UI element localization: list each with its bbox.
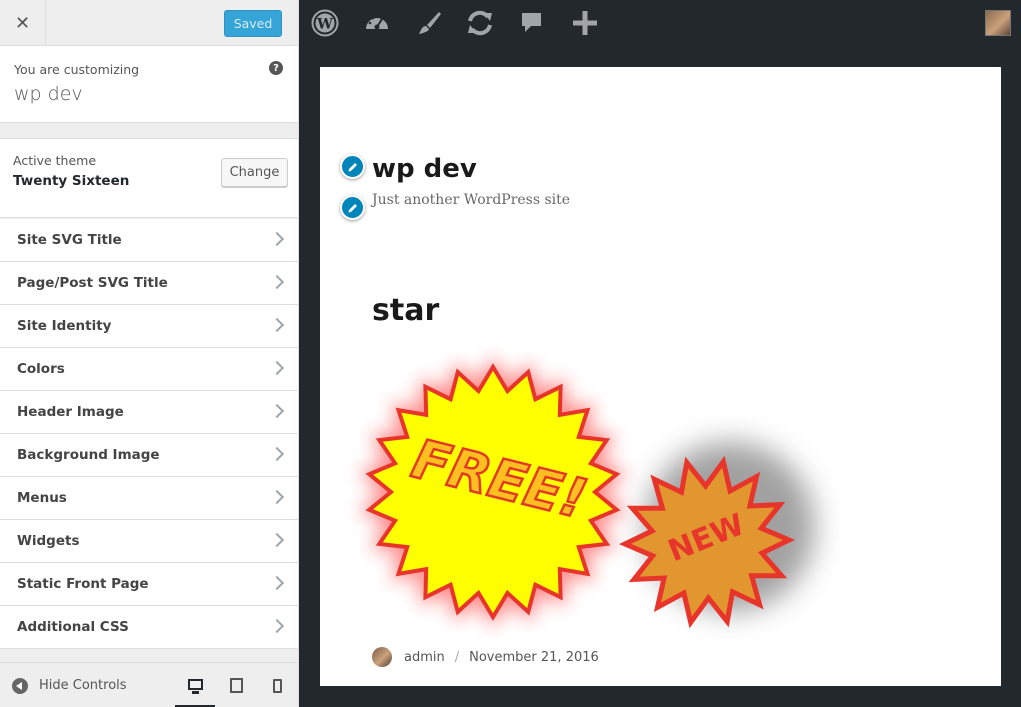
section-additional-css[interactable]: Additional CSS	[0, 606, 298, 649]
chevron-right-icon	[269, 575, 285, 591]
site-title[interactable]: wp dev	[372, 154, 477, 184]
comments-icon[interactable]	[517, 8, 547, 38]
mobile-icon	[272, 678, 282, 693]
admin-bar: W	[299, 0, 1021, 46]
section-label: Page/Post SVG Title	[17, 275, 168, 291]
tablet-icon	[229, 678, 243, 693]
author-avatar	[372, 647, 392, 667]
edit-tagline-pencil-icon[interactable]	[340, 195, 365, 220]
site-tagline: Just another WordPress site	[372, 192, 571, 208]
section-label: Static Front Page	[17, 576, 149, 592]
hide-controls-label: Hide Controls	[39, 678, 127, 693]
section-label: Menus	[17, 490, 67, 506]
section-page-post-svg-title[interactable]: Page/Post SVG Title	[0, 262, 298, 305]
section-header-image[interactable]: Header Image	[0, 391, 298, 434]
meta-separator: /	[454, 649, 460, 665]
section-menus[interactable]: Menus	[0, 477, 298, 520]
chevron-right-icon	[269, 317, 285, 333]
star-badges-image: FREE! NEW	[359, 357, 815, 629]
section-site-identity[interactable]: Site Identity	[0, 305, 298, 348]
section-label: Colors	[17, 361, 65, 377]
close-icon[interactable]: ✕	[0, 0, 46, 46]
hide-controls-button[interactable]: Hide Controls	[12, 663, 127, 707]
customizer-header: ✕ Saved	[0, 0, 298, 46]
user-avatar[interactable]	[985, 10, 1011, 36]
section-label: Background Image	[17, 447, 160, 463]
preview-desktop-button[interactable]	[175, 663, 215, 707]
section-label: Widgets	[17, 533, 80, 549]
desktop-icon	[187, 678, 203, 694]
chevron-right-icon	[269, 489, 285, 505]
wordpress-logo-icon[interactable]: W	[310, 8, 340, 38]
preview-tablet-button[interactable]	[216, 663, 256, 707]
chevron-right-icon	[269, 403, 285, 419]
site-preview: wp dev Just another WordPress site star …	[320, 67, 1001, 686]
section-label: Additional CSS	[17, 619, 129, 635]
chevron-right-icon	[269, 274, 285, 290]
chevron-right-icon	[269, 532, 285, 548]
section-widgets[interactable]: Widgets	[0, 520, 298, 563]
chevron-right-icon	[269, 446, 285, 462]
customizer-footer: Hide Controls	[0, 662, 298, 707]
customizing-site-name: wp dev	[14, 83, 83, 105]
dashboard-icon[interactable]	[362, 8, 392, 38]
post-title[interactable]: star	[372, 293, 439, 328]
preview-mobile-button[interactable]	[257, 663, 297, 707]
chevron-right-icon	[269, 360, 285, 376]
customizer-info: You are customizing wp dev ?	[0, 46, 298, 123]
post-date[interactable]: November 21, 2016	[469, 650, 599, 665]
change-theme-button[interactable]: Change	[221, 158, 288, 187]
customize-brush-icon[interactable]	[414, 8, 444, 38]
collapse-arrow-icon	[12, 677, 28, 694]
help-icon[interactable]: ?	[269, 61, 283, 75]
section-static-front-page[interactable]: Static Front Page	[0, 563, 298, 606]
saved-button[interactable]: Saved	[224, 10, 282, 37]
section-colors[interactable]: Colors	[0, 348, 298, 391]
svg-text:W: W	[316, 17, 333, 33]
edit-title-pencil-icon[interactable]	[340, 154, 365, 179]
post-meta: admin / November 21, 2016	[372, 647, 599, 667]
customizing-caption: You are customizing	[14, 62, 140, 77]
section-background-image[interactable]: Background Image	[0, 434, 298, 477]
chevron-right-icon	[269, 618, 285, 634]
customizer-sidebar: ✕ Saved You are customizing wp dev ? Act…	[0, 0, 299, 707]
post-author[interactable]: admin	[404, 650, 445, 665]
section-label: Header Image	[17, 404, 124, 420]
active-theme-panel: Active theme Twenty Sixteen Change	[0, 138, 298, 218]
customizer-sections: Site SVG Title Page/Post SVG Title Site …	[0, 219, 298, 649]
updates-icon[interactable]	[465, 8, 495, 38]
add-new-icon[interactable]	[570, 8, 600, 38]
section-site-svg-title[interactable]: Site SVG Title	[0, 219, 298, 262]
section-label: Site SVG Title	[17, 232, 122, 248]
section-label: Site Identity	[17, 318, 112, 334]
chevron-right-icon	[269, 231, 285, 247]
